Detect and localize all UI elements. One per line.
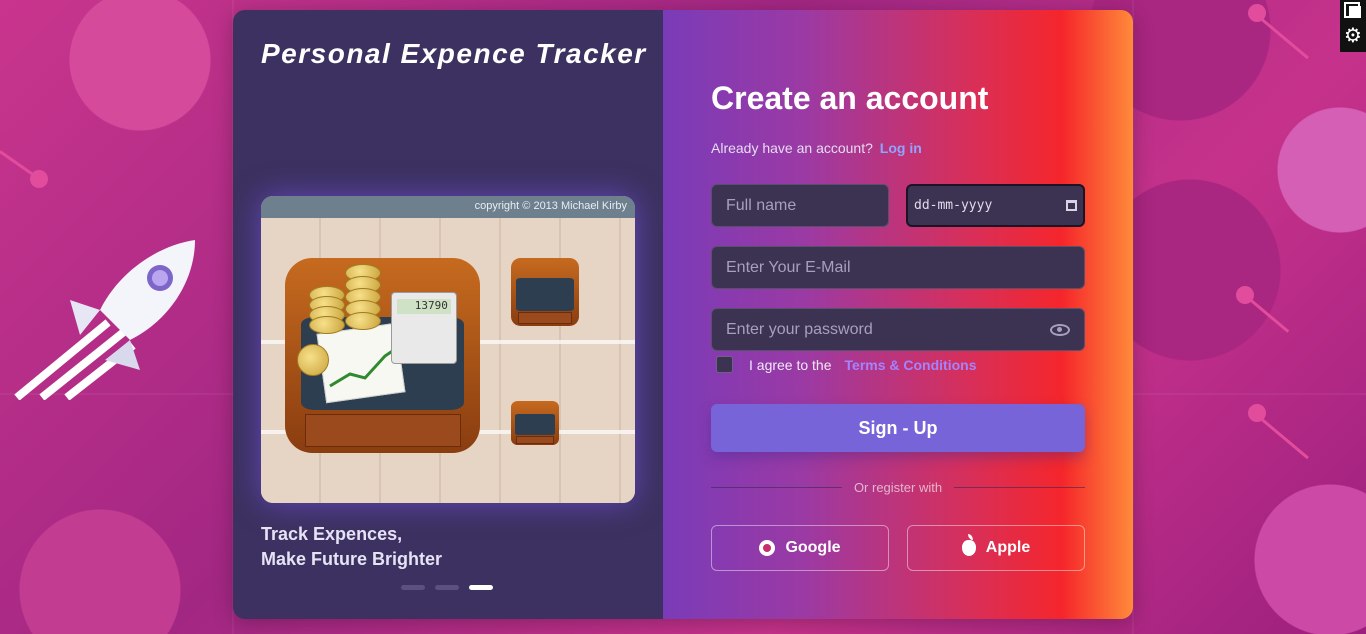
password-field[interactable] (711, 308, 1085, 351)
image-copyright: copyright © 2013 Michael Kirby (261, 196, 635, 218)
divider-line-right (954, 487, 1086, 488)
terms-checkbox[interactable] (716, 356, 733, 373)
form-title: Create an account (711, 80, 989, 116)
gear-icon[interactable]: ⚙ (1344, 24, 1362, 46)
window-icon[interactable] (1344, 2, 1362, 20)
date-of-birth-field[interactable]: dd-mm-yyyy (906, 184, 1085, 227)
google-icon (759, 540, 776, 556)
google-label: Google (785, 539, 841, 556)
carousel-indicators (401, 585, 493, 590)
signup-card: Personal Expence Tracker copyright © 201… (233, 10, 1133, 619)
rocket-illustration (14, 240, 195, 400)
date-placeholder: dd-mm-yyyy (914, 198, 993, 213)
calendar-icon[interactable] (1066, 200, 1077, 211)
login-prompt: Already have an account? Log in (711, 140, 922, 156)
hero-image: copyright © 2013 Michael Kirby 13790 (261, 196, 635, 503)
tagline-line-2: Make Future Brighter (261, 549, 443, 569)
agree-text: I agree to the (749, 356, 832, 373)
carousel-dot-3[interactable] (469, 585, 493, 590)
carousel-dot-1[interactable] (401, 585, 425, 590)
apple-label: Apple (985, 539, 1031, 556)
terms-agreement: I agree to the Terms & Conditions (716, 356, 976, 373)
login-prompt-text: Already have an account? (711, 140, 873, 156)
divider-text: Or register with (853, 480, 943, 495)
promo-panel: Personal Expence Tracker copyright © 201… (233, 10, 663, 619)
eye-icon[interactable] (1050, 323, 1070, 336)
divider-line-left (711, 487, 842, 488)
full-name-field[interactable] (711, 184, 889, 227)
tool-panel: ⚙ (1340, 0, 1366, 52)
app-title: Personal Expence Tracker (261, 38, 647, 69)
carousel-dot-2[interactable] (435, 585, 459, 590)
email-field[interactable] (711, 246, 1085, 289)
signup-form-panel: Create an account Already have an accoun… (663, 10, 1133, 619)
signup-button[interactable]: Sign - Up (711, 404, 1085, 452)
apple-icon (961, 534, 976, 556)
email-input[interactable] (726, 258, 1070, 277)
tagline: Track Expences, Make Future Brighter (261, 522, 442, 572)
register-divider: Or register with (711, 480, 1086, 495)
login-link[interactable]: Log in (880, 140, 922, 156)
terms-link[interactable]: Terms & Conditions (845, 357, 977, 373)
full-name-input[interactable] (726, 196, 874, 215)
tagline-line-1: Track Expences, (261, 524, 403, 544)
password-input[interactable] (726, 320, 1050, 339)
google-button[interactable]: Google (711, 525, 889, 571)
calculator-display: 13790 (397, 298, 451, 314)
apple-button[interactable]: Apple (907, 525, 1085, 571)
